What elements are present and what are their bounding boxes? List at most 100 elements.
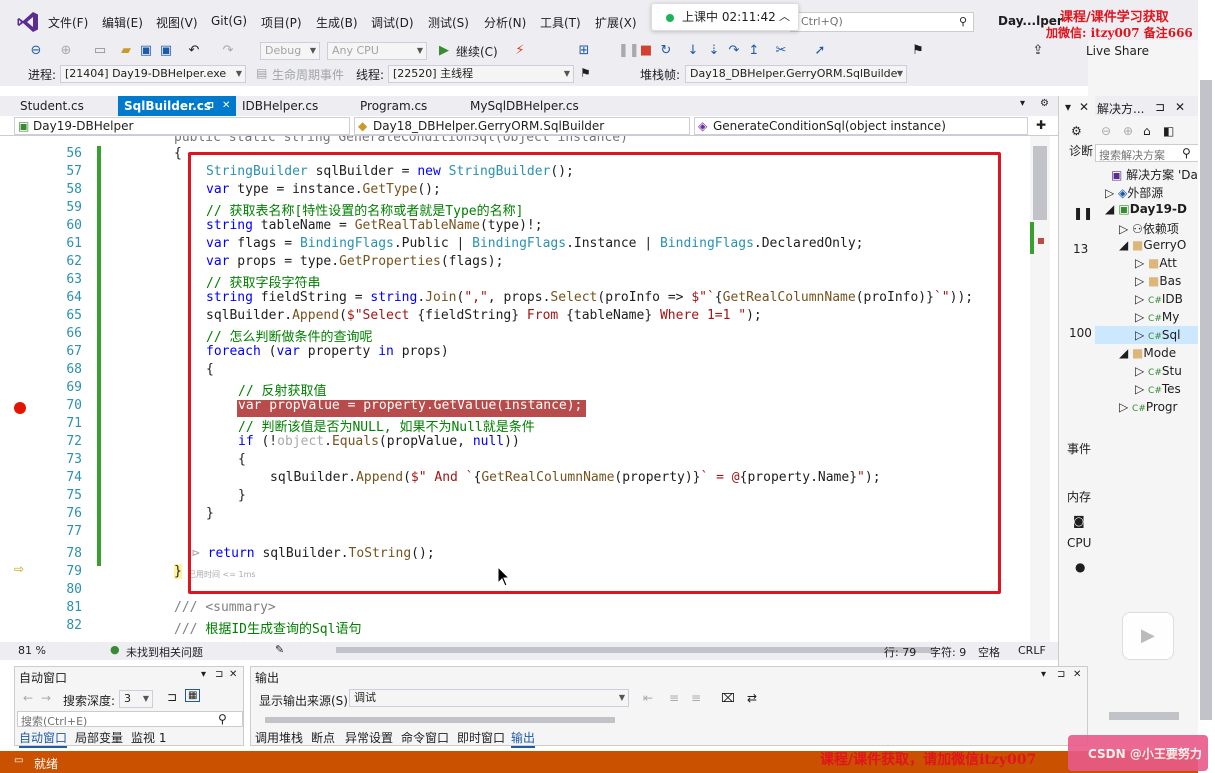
project-dropdown[interactable]: ▣ Day19-DBHelper xyxy=(14,117,350,135)
continue-icon[interactable]: ▶ xyxy=(436,43,452,59)
solution-item-file-stu[interactable]: ▷ C#Stu xyxy=(1135,364,1182,378)
pause-icon[interactable]: ❚❚ xyxy=(618,43,640,59)
solution-item-folder-model[interactable]: ◢ ■Mode xyxy=(1119,346,1176,360)
view-hex-icon[interactable]: ▦ xyxy=(185,689,201,702)
chevron-up-icon[interactable]: ︿ xyxy=(779,4,790,30)
solution-item-folder-bas[interactable]: ▷ ■Bas xyxy=(1135,274,1181,288)
platform-dropdown[interactable]: Any CPU ▼ xyxy=(327,42,427,60)
tab-breakpoints[interactable]: 断点 xyxy=(311,729,335,746)
tab-mysqldbhelper[interactable]: MySqlDBHelper.cs xyxy=(464,96,604,116)
depth-dropdown[interactable]: 3 ▼ xyxy=(119,690,153,708)
stop-icon[interactable]: ■ xyxy=(638,43,654,59)
pin-icon[interactable]: ⊐ xyxy=(215,669,223,680)
new-project-icon[interactable]: ▭ xyxy=(92,43,108,59)
menu-edit[interactable]: 编辑(E) xyxy=(102,14,143,31)
back-icon[interactable]: ⊖ xyxy=(28,43,44,59)
tab-overflow-icon[interactable]: ▾ xyxy=(1065,100,1071,114)
bookmark-icon[interactable]: ⚑ xyxy=(910,43,926,59)
forward-arrow-icon[interactable]: → xyxy=(41,691,51,705)
horizontal-scrollbar[interactable] xyxy=(336,647,936,653)
solution-item-folder-gerryorm[interactable]: ◢ ■GerryO xyxy=(1119,238,1186,252)
record-icon[interactable]: ● xyxy=(1075,560,1085,574)
step-up-icon[interactable]: ↥ xyxy=(746,43,762,59)
menu-project[interactable]: 项目(P) xyxy=(261,14,302,31)
scroll-thumb[interactable] xyxy=(1033,146,1047,220)
output-source-dropdown[interactable]: 调试 ▼ xyxy=(349,689,629,707)
forward-icon[interactable]: ⊕ xyxy=(1123,124,1133,138)
view-switch-icon[interactable]: ◧ xyxy=(1163,124,1174,138)
menu-analyze[interactable]: 分析(N) xyxy=(484,14,526,31)
split-editor-icon[interactable]: ✚ xyxy=(1036,118,1046,132)
flag-icon[interactable]: ⚑ xyxy=(580,66,591,80)
back-icon[interactable]: ⊖ xyxy=(1101,124,1111,138)
solution-item-dependencies[interactable]: ▷ ⚇依赖项 xyxy=(1119,220,1179,237)
find-message-icon[interactable]: ⇤ xyxy=(643,691,653,705)
tab-exception-settings[interactable]: 异常设置 xyxy=(345,729,393,746)
pin-icon[interactable]: ⊐ xyxy=(1057,669,1065,680)
code-editor[interactable]: public static string GenerateConditionSq… xyxy=(0,136,1058,642)
thread-dropdown[interactable]: [22520] 主线程 ▼ xyxy=(388,65,574,83)
save-icon[interactable]: ▣ xyxy=(138,43,154,59)
restart-icon[interactable]: ↻ xyxy=(658,43,674,59)
solution-item-file-sql[interactable]: ▷ C#Sql xyxy=(1135,328,1180,342)
close-icon[interactable]: ✕ xyxy=(1079,100,1089,114)
tab-idbhelper[interactable]: IDBHelper.cs xyxy=(236,96,350,116)
clear-all-icon[interactable]: ⌧ xyxy=(721,691,735,705)
solution-item-file-program[interactable]: ▷ C#Progr xyxy=(1119,400,1177,414)
member-dropdown[interactable]: ◈ GenerateConditionSql(object instance) xyxy=(694,117,1028,135)
search-input[interactable]: Ctrl+Q) ⚲ xyxy=(790,12,974,32)
save-all-icon[interactable]: ▣ xyxy=(158,43,174,59)
solution-item-file-my[interactable]: ▷ C#My xyxy=(1135,310,1179,324)
stack-frame-dropdown[interactable]: Day18_DBHelper.GerryORM.SqlBuilde ▼ xyxy=(685,65,907,83)
menu-debug[interactable]: 调试(D) xyxy=(371,14,414,31)
tab-command-window[interactable]: 命令窗口 xyxy=(401,729,449,746)
close-icon[interactable]: ✕ xyxy=(222,96,230,116)
pointer-icon[interactable]: ➚ xyxy=(812,43,828,59)
line-ending[interactable]: CRLF xyxy=(1018,644,1046,657)
solution-scrollbar[interactable] xyxy=(1109,712,1179,720)
solution-item-file-idb[interactable]: ▷ C#IDB xyxy=(1135,292,1183,306)
share-icon[interactable]: ⇪ xyxy=(1030,43,1046,59)
window-scroll-thumb[interactable] xyxy=(1200,80,1212,720)
pin-icon[interactable]: ⊐ xyxy=(206,96,214,116)
autos-search-input[interactable]: 搜索(Ctrl+E) ⚲ xyxy=(17,711,243,728)
tab-list-icon[interactable]: ▾ xyxy=(1020,98,1025,109)
redo-icon[interactable]: ↷ xyxy=(220,43,236,59)
continue-button[interactable]: 继续(C) xyxy=(456,43,498,60)
process-dropdown[interactable]: [21404] Day19-DBHelper.exe ▼ xyxy=(60,65,246,83)
config-dropdown[interactable]: Debug ▼ xyxy=(260,42,320,60)
diagnostic-icon[interactable]: ✂ xyxy=(773,43,789,59)
tab-autos[interactable]: 自动窗口 xyxy=(19,729,68,748)
camera-icon[interactable]: ◙ xyxy=(1073,514,1085,528)
tab-watch[interactable]: 监视 1 xyxy=(131,729,166,746)
tab-student[interactable]: Student.cs xyxy=(14,96,118,116)
breakpoint-icon[interactable] xyxy=(14,402,26,414)
chevron-down-icon[interactable]: ▾ xyxy=(1041,669,1046,680)
class-dropdown[interactable]: ◆ Day18_DBHelper.GerryORM.SqlBuilder xyxy=(354,117,690,135)
zoom-level[interactable]: 81 % xyxy=(18,644,46,657)
tab-program[interactable]: Program.cs xyxy=(354,96,464,116)
lifecycle-events-button[interactable]: 生命周期事件 xyxy=(272,66,344,83)
show-next-statement-icon[interactable]: ⊞ xyxy=(576,43,592,59)
menu-test[interactable]: 测试(S) xyxy=(428,14,469,31)
gear-icon[interactable]: ⚙ xyxy=(1071,124,1082,138)
tab-immediate-window[interactable]: 即时窗口 xyxy=(457,729,505,746)
close-icon[interactable]: ✕ xyxy=(1073,669,1081,680)
pause-icon[interactable]: ❚❚ xyxy=(1073,206,1093,220)
solution-search-input[interactable]: 搜索解决方案 ⚲ xyxy=(1095,144,1199,162)
brush-icon[interactable]: ✎ xyxy=(275,643,284,656)
pin-source-icon[interactable]: ⊐ xyxy=(167,690,177,704)
lifecycle-events-icon[interactable]: ▤ xyxy=(256,66,267,80)
settings-icon[interactable]: ⚙ xyxy=(1040,98,1049,109)
chevron-down-icon[interactable]: ▾ xyxy=(201,669,206,680)
issues-status[interactable]: 未找到相关问题 xyxy=(126,644,203,660)
pin-icon[interactable]: ⊐ xyxy=(1155,100,1165,114)
close-icon[interactable]: ✕ xyxy=(229,669,237,680)
tab-output[interactable]: 输出 xyxy=(511,729,536,748)
home-icon[interactable]: ⌂ xyxy=(1143,124,1151,138)
window-scrollbar[interactable] xyxy=(1198,0,1215,773)
menu-tools[interactable]: 工具(T) xyxy=(540,14,581,31)
solution-item-folder-att[interactable]: ▷ ■Att xyxy=(1135,256,1177,270)
forward-icon[interactable]: ⊕ xyxy=(58,43,74,59)
output-scrollbar[interactable] xyxy=(265,717,615,723)
